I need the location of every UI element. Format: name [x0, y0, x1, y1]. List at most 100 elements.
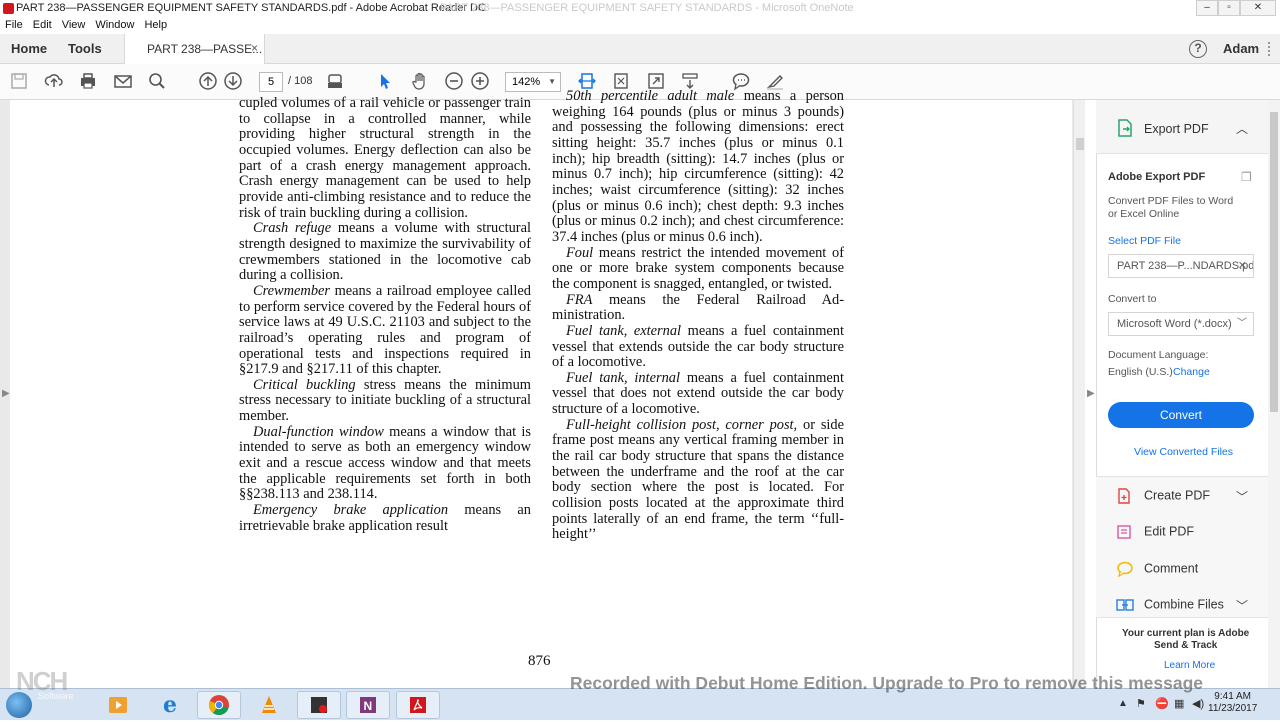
close-window-button[interactable]: ✕	[1240, 0, 1276, 16]
export-pdf-title: Export PDF	[1144, 122, 1209, 136]
save-icon[interactable]	[8, 71, 30, 93]
adobe-export-pdf-heading: Adobe Export PDF	[1108, 171, 1206, 183]
convert-format-value: Microsoft Word (*.docx)	[1117, 318, 1232, 330]
next-page-icon[interactable]	[222, 71, 244, 93]
chevron-down-icon: ﹀	[1237, 318, 1247, 329]
select-cursor-icon[interactable]	[374, 71, 396, 93]
zoom-out-icon[interactable]	[443, 71, 465, 93]
combine-files-icon	[1116, 599, 1134, 611]
zoom-in-icon[interactable]	[469, 71, 491, 93]
window-title: PART 238—PASSENGER EQUIPMENT SAFETY STAN…	[16, 2, 486, 14]
page-total: / 108	[288, 75, 313, 87]
convert-button[interactable]: Convert	[1108, 402, 1254, 428]
convert-format-select[interactable]: Microsoft Word (*.docx) ﹀	[1108, 312, 1254, 336]
view-converted-files-link[interactable]: View Converted Files	[1134, 446, 1233, 458]
minimize-button[interactable]: –	[1196, 0, 1218, 16]
help-icon[interactable]: ?	[1189, 40, 1207, 58]
page-number-input[interactable]: 5	[259, 72, 283, 92]
document-scrollbar[interactable]	[1073, 100, 1085, 688]
plan-text-line1: Your current plan is Adobe	[1122, 628, 1250, 639]
learn-more-link[interactable]: Learn More	[1164, 660, 1215, 671]
pdf-page	[10, 100, 1072, 688]
document-language-label: Document Language:	[1108, 349, 1209, 361]
tab-home[interactable]: Home	[11, 41, 47, 56]
tray-network-icon[interactable]: ▦	[1174, 697, 1184, 710]
tool-comment[interactable]: Comment	[1116, 561, 1198, 577]
recording-watermark: Recorded with Debut Home Edition. Upgrad…	[570, 673, 1204, 693]
copy-icon[interactable]: ❐	[1241, 170, 1252, 184]
debut-recorder-taskbar-icon[interactable]	[297, 691, 341, 719]
onenote-taskbar-icon[interactable]: N	[346, 691, 390, 719]
clear-file-icon[interactable]: ✕	[1238, 255, 1247, 277]
tab-document[interactable]: PART 238—PASSE... ×	[124, 34, 265, 64]
tray-up-arrow-icon[interactable]: ▲	[1118, 698, 1128, 709]
text-column-right: 50th percentile adult male means a per­s…	[552, 89, 844, 543]
scrollbar-thumb[interactable]	[1076, 138, 1084, 150]
background-window-title: PART 238—PASSENGER EQUIPMENT SAFETY STAN…	[440, 2, 854, 14]
export-pdf-icon	[1118, 119, 1132, 137]
nch-logo-subtext: Software	[38, 691, 74, 701]
user-name[interactable]: Adam	[1223, 41, 1259, 56]
tool-label: Create PDF	[1144, 488, 1210, 503]
svg-text:N: N	[364, 699, 373, 713]
upload-cloud-icon[interactable]	[43, 71, 65, 93]
media-player-taskbar-icon[interactable]	[96, 691, 140, 719]
clock-date: 11/23/2017	[1208, 703, 1258, 714]
export-description-line2: or Excel Online	[1108, 208, 1180, 220]
tool-combine-files[interactable]: Combine Files	[1116, 597, 1224, 613]
menu-help[interactable]: Help	[139, 18, 172, 32]
title-bar: PART 238—PASSENGER EQUIPMENT SAFETY STAN…	[0, 0, 1280, 18]
zoom-level-value: 142%	[512, 76, 541, 88]
search-icon[interactable]	[146, 71, 168, 93]
document-tab-label: PART 238—PASSE...	[147, 42, 263, 56]
selected-file-field[interactable]: PART 238—P...NDARDS.pdf ✕	[1108, 254, 1254, 278]
right-pane-toggle-icon[interactable]: ▶	[1087, 388, 1095, 399]
selected-file-name: PART 238—P...NDARDS.pdf	[1117, 260, 1254, 272]
tab-bar: Home Tools PART 238—PASSE... × ? Adam	[0, 34, 1280, 64]
text-column-left: cupled volumes of a rail vehicle or pas­…	[239, 96, 531, 534]
tray-volume-icon[interactable]: ◀)	[1192, 697, 1204, 710]
menu-view[interactable]: View	[57, 18, 91, 32]
maximize-button[interactable]: ▫	[1218, 0, 1240, 16]
chevron-down-icon[interactable]: ﹀	[1236, 488, 1248, 505]
tool-create-pdf[interactable]: Create PDF	[1116, 488, 1210, 504]
read-mode-icon[interactable]	[324, 71, 346, 93]
tool-label: Edit PDF	[1144, 524, 1195, 539]
close-tab-icon[interactable]: ×	[251, 41, 258, 55]
menu-file[interactable]: File	[0, 18, 28, 32]
tool-label: Comment	[1144, 561, 1199, 576]
tray-flag-icon[interactable]: ⚑	[1136, 697, 1146, 710]
tray-security-icon[interactable]: ⛔	[1155, 697, 1169, 710]
email-icon[interactable]	[112, 71, 134, 93]
chevron-down-icon[interactable]: ﹀	[1236, 597, 1248, 614]
chrome-taskbar-icon[interactable]	[197, 691, 241, 719]
edit-pdf-icon	[1117, 525, 1131, 539]
select-pdf-file-label: Select PDF File	[1108, 235, 1181, 247]
menu-bar: File Edit View Window Help	[0, 18, 1280, 34]
tool-label: Combine Files	[1144, 597, 1224, 612]
vlc-taskbar-icon[interactable]	[247, 691, 291, 719]
tab-tools[interactable]: Tools	[68, 41, 102, 56]
sign-in-grip-icon	[1268, 42, 1270, 56]
comment-tool-icon	[1117, 561, 1133, 577]
nch-logo-watermark: NCH Software	[16, 666, 74, 701]
acrobat-taskbar-icon[interactable]	[396, 691, 440, 719]
menu-edit[interactable]: Edit	[28, 18, 57, 32]
tool-edit-pdf[interactable]: Edit PDF	[1116, 524, 1194, 540]
hand-tool-icon[interactable]	[409, 71, 431, 93]
convert-to-label: Convert to	[1108, 293, 1157, 305]
export-pdf-header[interactable]: Export PDF ︿	[1096, 100, 1268, 154]
taskbar-clock[interactable]: 9:41 AM 11/23/2017	[1208, 691, 1257, 715]
menu-window[interactable]: Window	[90, 18, 139, 32]
plan-text-line2: Send & Track	[1154, 640, 1218, 651]
right-pane-scrollbar[interactable]	[1268, 100, 1280, 688]
chevron-up-icon[interactable]: ︿	[1236, 120, 1248, 137]
previous-page-icon[interactable]	[197, 71, 219, 93]
left-pane-toggle-icon[interactable]: ▶	[2, 388, 10, 399]
scrollbar-thumb[interactable]	[1270, 112, 1278, 412]
internet-explorer-taskbar-icon[interactable]: e	[148, 691, 192, 719]
change-language-link[interactable]: Change	[1173, 366, 1210, 378]
page-footer-number: 876	[528, 653, 551, 669]
print-icon[interactable]	[77, 71, 99, 93]
document-language-value: English (U.S.)	[1108, 366, 1173, 378]
